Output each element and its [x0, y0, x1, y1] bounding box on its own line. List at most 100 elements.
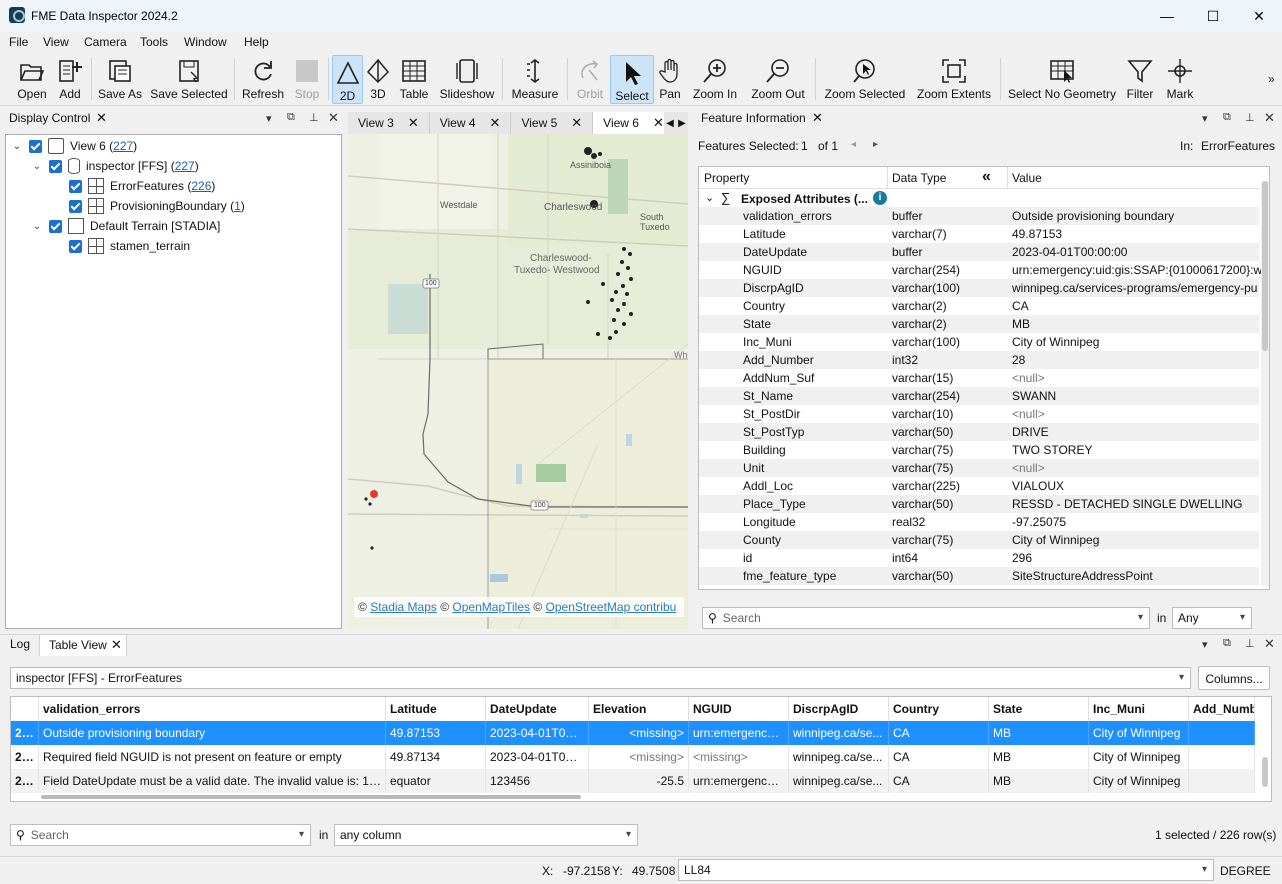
- table-cell[interactable]: 123456: [486, 769, 589, 793]
- table-cell[interactable]: MB: [989, 745, 1089, 769]
- view-2d-button[interactable]: 2D: [332, 55, 363, 104]
- attribute-row[interactable]: Add_Number int32 28: [699, 351, 1259, 369]
- expand-caret-icon[interactable]: ⌄: [11, 141, 23, 152]
- search-scope-select[interactable]: Any ▾: [1172, 607, 1252, 629]
- next-feature-icon[interactable]: ▸: [873, 139, 878, 150]
- vertical-scrollbar[interactable]: [1262, 757, 1268, 787]
- menu-tools[interactable]: Tools: [140, 35, 168, 49]
- col-value[interactable]: Value: [1012, 171, 1042, 185]
- panel-menu-icon[interactable]: ▾: [1202, 638, 1208, 651]
- panel-pin-icon[interactable]: ⊥: [1245, 637, 1255, 650]
- chevron-down-icon[interactable]: ▾: [1202, 864, 1207, 875]
- table-cell[interactable]: urn:emergency:...: [689, 769, 789, 793]
- toolbar-overflow-icon[interactable]: »: [1268, 72, 1275, 86]
- table-source-select[interactable]: inspector [FFS] - ErrorFeatures ▾: [10, 667, 1191, 689]
- table-button[interactable]: Table: [398, 54, 430, 104]
- row-number[interactable]: 223: [11, 745, 39, 769]
- tree-item-default-terrain[interactable]: ⌄ Default Terrain [STADIA]: [31, 216, 220, 236]
- attribute-row[interactable]: AddNum_Suf varchar(15) <null>: [699, 369, 1259, 387]
- attribute-row[interactable]: State varchar(2) MB: [699, 315, 1259, 333]
- visibility-checkbox[interactable]: [69, 179, 82, 193]
- tab-view6[interactable]: View 6 ✕: [593, 112, 675, 134]
- tree-item-view6[interactable]: ⌄ View 6 (227): [11, 136, 137, 156]
- table-cell[interactable]: City of Winnipeg: [1089, 769, 1189, 793]
- panel-pin-icon[interactable]: ⊥: [309, 111, 319, 124]
- feature-search-input[interactable]: ⚲ Search ▾: [702, 607, 1150, 629]
- visibility-checkbox[interactable]: [69, 239, 82, 253]
- table-cell[interactable]: equator: [386, 769, 486, 793]
- chevron-down-icon[interactable]: ▾: [1138, 612, 1143, 623]
- tab-close-icon[interactable]: ✕: [571, 115, 582, 131]
- table-row[interactable]: 222 Outside provisioning boundary 49.87153…: [11, 721, 1255, 745]
- tree-item-errorfeatures[interactable]: ErrorFeatures (226): [69, 176, 215, 196]
- table-cell[interactable]: <missing>: [689, 745, 789, 769]
- table-cell[interactable]: Field DateUpdate must be a valid date. T…: [39, 769, 386, 793]
- attribute-row[interactable]: Unit varchar(75) <null>: [699, 459, 1259, 477]
- column-header[interactable]: Latitude: [386, 697, 486, 721]
- horizontal-scrollbar[interactable]: [41, 795, 581, 799]
- coordinate-system-select[interactable]: LL84 ▾: [678, 859, 1214, 881]
- maximize-button[interactable]: ☐: [1190, 0, 1236, 32]
- zoom-in-button[interactable]: Zoom In: [690, 54, 740, 104]
- tab-close-icon[interactable]: ✕: [408, 115, 419, 131]
- attribute-row[interactable]: validation_errors buffer Outside provision…: [699, 207, 1259, 225]
- save-selected-button[interactable]: Save Selected: [150, 54, 228, 104]
- measure-button[interactable]: Measure: [509, 54, 561, 104]
- view-3d-button[interactable]: 3D: [366, 54, 390, 104]
- table-cell[interactable]: 49.87153: [386, 721, 486, 745]
- add-button[interactable]: Add: [55, 54, 85, 104]
- attribute-row[interactable]: Place_Type varchar(50) RESSD - DETACHED SI…: [699, 495, 1259, 513]
- column-header[interactable]: DiscrpAgID: [789, 697, 889, 721]
- slideshow-button[interactable]: Slideshow: [438, 54, 496, 104]
- column-header[interactable]: Country: [889, 697, 989, 721]
- panel-float-icon[interactable]: ⧉: [287, 111, 295, 124]
- column-header[interactable]: Add_Numb: [1189, 697, 1255, 721]
- filter-button[interactable]: Filter: [1124, 54, 1156, 104]
- table-cell[interactable]: CA: [889, 769, 989, 793]
- save-as-button[interactable]: Save As: [97, 54, 143, 104]
- refresh-button[interactable]: Refresh: [240, 54, 286, 104]
- attribute-row[interactable]: NGUID varchar(254) urn:emergency:uid:gis:S…: [699, 261, 1262, 279]
- table-search-input[interactable]: ⚲ Search ▾: [10, 824, 311, 846]
- info-icon[interactable]: i: [873, 191, 887, 205]
- attribute-row[interactable]: fme_feature_type varchar(50) SiteStructure…: [699, 567, 1259, 585]
- tree-item-provisioningboundary[interactable]: ProvisioningBoundary (1): [69, 196, 245, 216]
- tab-log[interactable]: Log: [10, 637, 30, 651]
- chevron-down-icon[interactable]: ▾: [1179, 672, 1184, 683]
- column-header[interactable]: State: [989, 697, 1089, 721]
- table-cell[interactable]: 2023-04-01T00:0...: [486, 745, 589, 769]
- table-cell[interactable]: City of Winnipeg: [1089, 745, 1189, 769]
- zoom-extents-button[interactable]: Zoom Extents: [915, 54, 993, 104]
- menu-help[interactable]: Help: [244, 35, 269, 49]
- chevron-down-icon[interactable]: ▾: [299, 829, 304, 840]
- panel-float-icon[interactable]: ⧉: [1223, 637, 1231, 650]
- chevron-down-icon[interactable]: ▾: [1240, 612, 1245, 623]
- col-datatype[interactable]: Data Type: [892, 171, 946, 185]
- tab-view5[interactable]: View 5 ✕: [511, 112, 594, 134]
- visibility-checkbox[interactable]: [69, 199, 82, 213]
- table-row[interactable]: 223 Required field NGUID is not present o…: [11, 745, 1255, 769]
- select-no-geometry-button[interactable]: Select No Geometry: [1006, 54, 1118, 104]
- expand-caret-icon[interactable]: ⌄: [31, 221, 43, 232]
- visibility-checkbox[interactable]: [29, 139, 42, 153]
- attribute-row[interactable]: DateUpdate buffer 2023-04-01T00:00:00: [699, 243, 1259, 261]
- table-search-column-select[interactable]: any column ▾: [334, 824, 638, 846]
- pan-button[interactable]: Pan: [656, 54, 684, 104]
- attribute-row[interactable]: Building varchar(75) TWO STOREY: [699, 441, 1259, 459]
- table-cell[interactable]: winnipeg.ca/se...: [789, 769, 889, 793]
- panel-close-icon[interactable]: ✕: [328, 110, 339, 126]
- panel-pin-icon[interactable]: ⊥: [1245, 111, 1255, 124]
- table-cell[interactable]: Required field NGUID is not present on f…: [39, 745, 386, 769]
- panel-close-icon[interactable]: ✕: [1264, 636, 1275, 652]
- column-header[interactable]: Inc_Muni: [1089, 697, 1189, 721]
- mark-button[interactable]: Mark: [1164, 54, 1196, 104]
- visibility-checkbox[interactable]: [49, 219, 62, 233]
- feature-info-close-icon[interactable]: ✕: [812, 110, 823, 126]
- column-header[interactable]: validation_errors: [39, 697, 386, 721]
- table-cell[interactable]: <missing>: [589, 745, 689, 769]
- table-cell[interactable]: urn:emergency:...: [689, 721, 789, 745]
- tree-item-stamen-terrain[interactable]: stamen_terrain: [69, 236, 190, 256]
- table-cell[interactable]: CA: [889, 721, 989, 745]
- table-cell[interactable]: winnipeg.ca/se...: [789, 745, 889, 769]
- panel-menu-icon[interactable]: ▾: [266, 112, 272, 125]
